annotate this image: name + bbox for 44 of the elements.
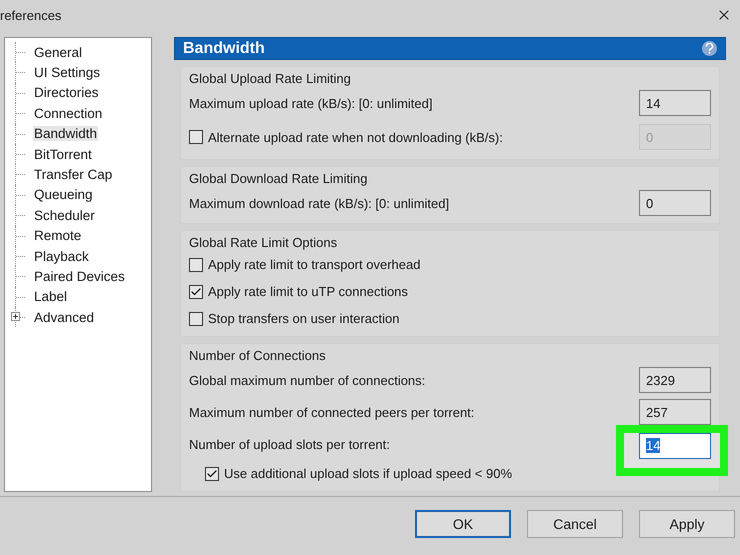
input-field[interactable]: 0: [639, 190, 711, 216]
sidebar-item[interactable]: Paired Devices: [33, 268, 126, 284]
dialog-button[interactable]: Cancel: [527, 510, 623, 538]
checkbox[interactable]: [189, 312, 203, 326]
checkbox[interactable]: [189, 258, 203, 272]
input-field[interactable]: 2329: [639, 367, 711, 393]
sidebar-item[interactable]: Transfer Cap: [33, 167, 114, 182]
field-label: Number of upload slots per torrent:: [189, 436, 390, 452]
checkbox-label: Use additional upload slots if upload speed < 90%: [224, 466, 512, 481]
sidebar-item[interactable]: Playback: [33, 248, 90, 264]
group-title: Global Download Rate Limiting: [189, 170, 368, 187]
dialog-button[interactable]: OK: [415, 510, 511, 538]
window-title: references: [0, 8, 62, 22]
sidebar-item[interactable]: Connection: [33, 106, 104, 121]
sidebar-item[interactable]: Scheduler: [33, 208, 96, 223]
help-icon[interactable]: [702, 41, 717, 56]
input-field[interactable]: 14: [639, 432, 711, 458]
input-field[interactable]: 257: [639, 399, 711, 425]
sidebar-item[interactable]: Remote: [33, 228, 82, 244]
field-label: Maximum download rate (kB/s): [0: unlimited]: [189, 196, 450, 210]
group-title: Global Upload Rate Limiting: [189, 70, 352, 87]
checkbox-label: Apply rate limit to transport overhead: [208, 257, 420, 272]
sidebar-item[interactable]: General: [33, 44, 84, 60]
sidebar-item[interactable]: Advanced: [33, 310, 96, 325]
sidebar-item[interactable]: UI Settings: [33, 65, 102, 80]
expand-icon[interactable]: [11, 312, 20, 322]
panel-title: Bandwidth: [183, 40, 265, 58]
checkbox[interactable]: [205, 466, 219, 480]
sidebar-item[interactable]: Bandwidth: [33, 126, 98, 142]
field-label: Maximum number of connected peers per torrent:: [189, 404, 474, 420]
field-label: Global maximum number of connections:: [189, 372, 426, 388]
checkbox[interactable]: [189, 284, 203, 298]
checkbox-label: Stop transfers on user interaction: [208, 311, 400, 326]
group-title: Number of Connections: [189, 347, 327, 364]
field-label: Maximum upload rate (kB/s): [0: unlimited]: [189, 96, 432, 110]
dialog-button[interactable]: Apply: [639, 510, 735, 538]
group-title: Global Rate Limit Options: [189, 234, 338, 251]
input-field[interactable]: 14: [639, 90, 711, 116]
sidebar-item[interactable]: Label: [33, 289, 68, 304]
checkbox-label: Apply rate limit to uTP connections: [208, 284, 408, 299]
sidebar-item[interactable]: BitTorrent: [33, 146, 93, 162]
checkbox-label: Alternate upload rate when not downloading (kB/s):: [208, 130, 503, 144]
sidebar-item[interactable]: Directories: [33, 85, 100, 100]
sidebar-item[interactable]: Queueing: [33, 187, 94, 202]
